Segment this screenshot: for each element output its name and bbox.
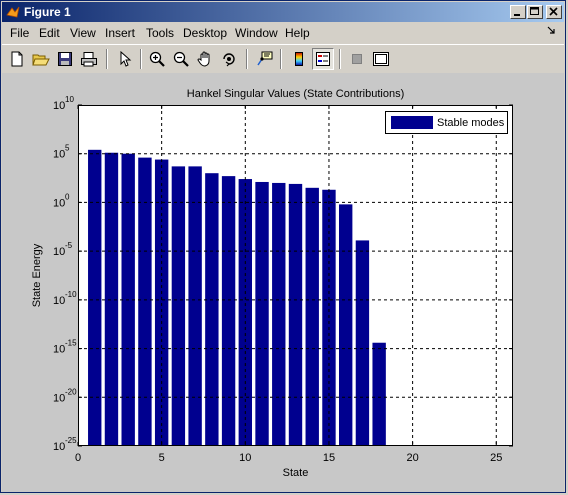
legend-label: Stable modes	[437, 117, 505, 129]
y-tick-label-exponent: -15	[65, 339, 77, 348]
bar-state-17	[355, 240, 370, 446]
data-cursor-icon[interactable]	[254, 48, 276, 70]
bar-state-7	[188, 166, 202, 446]
figure-window: Figure 1 File Edit View Insert Tools Des…	[0, 0, 566, 493]
pan-hand-icon[interactable]	[194, 48, 216, 70]
figure-toolbar	[2, 44, 564, 74]
y-tick-label-base: 10	[53, 295, 65, 307]
insert-colorbar-icon[interactable]	[288, 48, 310, 70]
bar-state-9	[221, 176, 236, 446]
x-tick-label: 10	[239, 452, 251, 464]
y-axis-label: State Energy	[31, 243, 43, 307]
x-axis-label: State	[283, 467, 309, 479]
y-tick-label-base: 10	[53, 344, 65, 356]
toolbar-separator	[339, 49, 341, 69]
menu-bar: File Edit View Insert Tools Desktop Wind…	[2, 23, 564, 43]
menu-help[interactable]: Help	[285, 26, 310, 40]
dock-arrow-icon[interactable]	[546, 25, 556, 37]
y-tick-label-exponent: -10	[65, 290, 77, 299]
open-file-icon[interactable]	[30, 48, 52, 70]
new-figure-icon[interactable]	[6, 48, 28, 70]
chart-title: Hankel Singular Values (State Contributi…	[187, 88, 404, 100]
print-icon[interactable]	[78, 48, 100, 70]
toolbar-separator	[246, 49, 248, 69]
y-tick-label-base: 10	[53, 197, 65, 209]
menu-desktop[interactable]: Desktop	[183, 26, 227, 40]
y-tick-label-base: 10	[53, 392, 65, 404]
minimize-button[interactable]	[510, 5, 526, 19]
legend-swatch	[391, 116, 433, 129]
y-tick-label-exponent: 10	[65, 95, 74, 104]
bar-state-18	[372, 342, 386, 446]
x-tick-label: 0	[75, 452, 81, 464]
toolbar-separator	[280, 49, 282, 69]
figure-canvas: 0 5 10 15 20 25 10 10 10 5 10 0 10 -5 10 -10 10 -15 10 -20 1…	[2, 73, 564, 492]
bar-state-14	[305, 187, 319, 447]
y-tick-label-exponent: 5	[65, 144, 70, 153]
bar-state-8	[205, 173, 219, 446]
window-title: Figure 1	[24, 5, 71, 19]
x-tick-label: 20	[406, 452, 418, 464]
bar-state-12	[272, 182, 286, 446]
close-button[interactable]	[546, 5, 562, 19]
toolbar-separator	[140, 49, 142, 69]
bar-state-1	[88, 149, 102, 446]
matlab-logo-icon	[6, 6, 20, 18]
y-tick-label-exponent: 0	[65, 192, 70, 201]
bar-state-4	[138, 157, 152, 446]
menu-file[interactable]: File	[10, 26, 29, 40]
y-tick-label-base: 10	[53, 100, 65, 112]
x-tick-label: 25	[490, 452, 502, 464]
zoom-out-icon[interactable]	[170, 48, 192, 70]
hide-plot-tools-icon[interactable]	[346, 48, 368, 70]
y-tick-label-exponent: -20	[65, 387, 77, 396]
menu-edit[interactable]: Edit	[39, 26, 60, 40]
menu-insert[interactable]: Insert	[105, 26, 135, 40]
bar-state-6	[171, 166, 186, 446]
bar-state-16	[339, 204, 353, 446]
zoom-in-icon[interactable]	[146, 48, 168, 70]
y-tick-label-exponent: -5	[65, 241, 73, 250]
y-tick-label-base: 10	[53, 149, 65, 161]
x-tick-label: 15	[323, 452, 335, 464]
toolbar-separator	[106, 49, 108, 69]
save-icon[interactable]	[54, 48, 76, 70]
menu-tools[interactable]: Tools	[146, 26, 174, 40]
maximize-button[interactable]	[527, 5, 543, 19]
rotate-3d-icon[interactable]	[218, 48, 240, 70]
bar-state-11	[255, 181, 269, 446]
bar-state-13	[288, 183, 303, 446]
select-arrow-icon[interactable]	[114, 48, 136, 70]
menu-window[interactable]: Window	[235, 26, 278, 40]
menu-view[interactable]: View	[70, 26, 96, 40]
chart-svg: 0 5 10 15 20 25101010510010-510-1010-1510-201…	[31, 88, 513, 479]
show-plot-tools-icon[interactable]	[370, 48, 392, 70]
insert-legend-icon[interactable]	[312, 48, 334, 70]
y-tick-label-base: 10	[53, 441, 65, 453]
x-tick-label: 5	[159, 452, 165, 464]
title-bar[interactable]: Figure 1	[2, 2, 564, 22]
y-tick-label-base: 10	[53, 246, 65, 258]
y-tick-label-exponent: -25	[65, 436, 77, 445]
